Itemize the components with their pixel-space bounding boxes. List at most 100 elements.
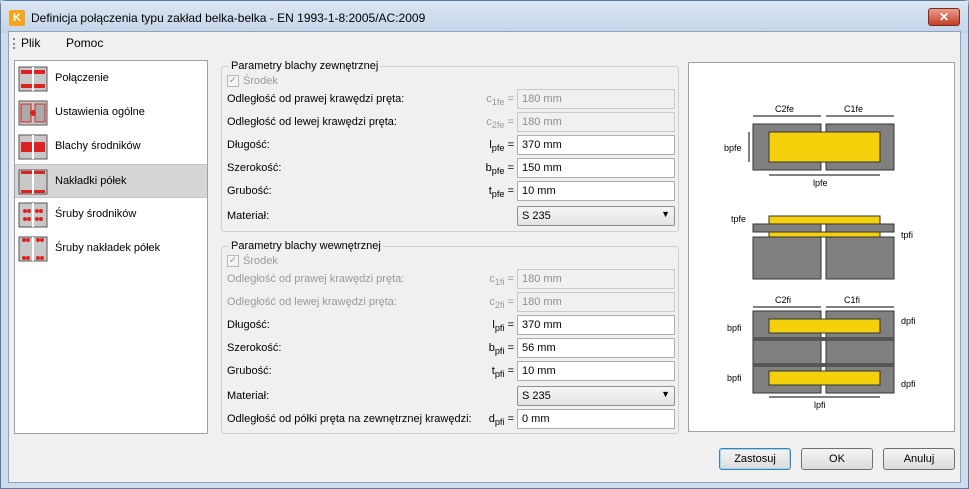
preview-diagram: C2fe C1fe bpfe lpfe tpfe tpfi C2fi C1fi … [688,62,955,432]
group-title: Parametry blachy wewnętrznej [229,240,383,252]
field-symbol: bpfe = [485,162,514,177]
ok-button[interactable]: OK [801,448,873,470]
select-value: S 235 [522,390,551,402]
general-settings-icon [18,100,48,126]
top-view: C2fe C1fe bpfe lpfe [724,104,895,188]
c2fi-label: C2fi [775,295,791,305]
dpfi-label-bottom: dpfi [901,379,916,389]
connection-icon [18,66,48,92]
tpfe-row: Grubość: tpfe = 10 mm [227,181,675,201]
web-bolts-icon [18,202,48,228]
dpfi-row: Odległość od półki pręta na zewnętrznej … [227,409,675,429]
field-symbol: bpfi = [488,342,514,357]
dialog-client: Plik Pomoc Połączenie Ustawienia ogólne … [8,31,961,483]
close-button[interactable]: ✕ [928,8,960,26]
c2fi-row: Odległość od lewej krawędzi pręta: c2fi … [227,292,675,312]
c2fi-input[interactable]: 180 mm [517,292,675,312]
dpfi-input[interactable]: 0 mm [517,409,675,429]
field-label: Długość: [227,319,270,331]
bpfi-input[interactable]: 56 mm [517,338,675,358]
nav-label: Śruby środników [55,208,137,220]
inner-plate-group: Parametry blachy wewnętrznej ✓ Środek Od… [221,240,679,434]
bpfi-label-top: bpfi [727,323,742,333]
field-label: Odległość od lewej krawędzi pręta: [227,116,397,128]
outer-material-select[interactable]: S 235 ▼ [517,206,675,226]
bpfe-input[interactable]: 150 mm [517,158,675,178]
nav-item-sruby-srodnikow[interactable]: Śruby środników [15,198,207,232]
field-label: Odległość od prawej krawędzi pręta: [227,273,405,285]
c1fe-label: C1fe [844,104,863,114]
center-checkbox-label: Środek [243,255,278,267]
center-checkbox[interactable]: ✓ [227,75,239,87]
c2fe-label: C2fe [775,104,794,114]
group-title: Parametry blachy zewnętrznej [229,60,381,72]
lpfi-input[interactable]: 370 mm [517,315,675,335]
bottom-view: C2fi C1fi bpfi bpfi dpfi dpfi lpfi [727,295,916,410]
bpfe-row: Szerokość: bpfe = 150 mm [227,158,675,178]
nav-label: Blachy środników [55,140,141,152]
nav-item-nakladki[interactable]: Nakładki półek [15,164,207,198]
c1fi-label: C1fi [844,295,860,305]
field-symbol: lpfe = [489,139,514,154]
cancel-button[interactable]: Anuluj [883,448,955,470]
field-symbol: c1fe = [486,93,514,108]
field-label: Odległość od półki pręta na zewnętrznej … [227,413,472,425]
tpfe-input[interactable]: 10 mm [517,181,675,201]
apply-button[interactable]: Zastosuj [719,448,791,470]
dpfi-label-top: dpfi [901,316,916,326]
outer-material-row: Materiał: S 235 ▼ [227,206,675,226]
c1fe-row: Odległość od prawej krawędzi pręta: c1fe… [227,89,675,109]
chevron-down-icon: ▼ [661,389,670,399]
field-label: Grubość: [227,365,272,377]
nav-label: Ustawienia ogólne [55,106,145,118]
tpfi-input[interactable]: 10 mm [517,361,675,381]
nav-label: Śruby nakładek półek [55,242,161,254]
field-symbol: lpfi = [492,319,514,334]
chevron-down-icon: ▼ [661,209,670,219]
field-symbol: dpfi = [488,413,514,428]
nav-label: Nakładki półek [55,175,127,187]
nav-item-polaczenie[interactable]: Połączenie [15,62,207,96]
field-label: Odległość od lewej krawędzi pręta: [227,296,397,308]
field-label: Szerokość: [227,342,282,354]
title-bar: K Definicja połączenia typu zakład belka… [1,1,968,33]
c1fi-input[interactable]: 180 mm [517,269,675,289]
field-symbol: c2fi = [489,296,514,311]
lpfi-label: lpfi [814,400,826,410]
nav-label: Połączenie [55,72,109,84]
field-label: Materiał: [227,210,270,222]
inner-material-row: Materiał: S 235 ▼ [227,386,675,406]
field-symbol: c2fe = [486,116,514,131]
tpfe-label: tpfe [731,214,746,224]
flange-bolts-icon [18,236,48,262]
bpfe-label: bpfe [724,143,742,153]
center-checkbox[interactable]: ✓ [227,255,239,267]
menu-grip-icon [13,38,15,49]
lpfe-input[interactable]: 370 mm [517,135,675,155]
outer-plate-group: Parametry blachy zewnętrznej ✓ Środek Od… [221,60,679,232]
side-view: tpfe tpfi [731,214,913,280]
nav-item-ustawienia[interactable]: Ustawienia ogólne [15,96,207,130]
section-list: Połączenie Ustawienia ogólne Blachy środ… [14,60,208,434]
inner-material-select[interactable]: S 235 ▼ [517,386,675,406]
field-label: Długość: [227,139,270,151]
c1fi-row: Odległość od prawej krawędzi pręta: c1fi… [227,269,675,289]
c1fe-input[interactable]: 180 mm [517,89,675,109]
menu-plik[interactable]: Plik [21,36,40,50]
flange-cover-plates-icon [18,169,48,195]
c2fe-row: Odległość od lewej krawędzi pręta: c2fe … [227,112,675,132]
menu-pomoc[interactable]: Pomoc [66,36,103,50]
bpfi-row: Szerokość: bpfi = 56 mm [227,338,675,358]
tpfi-label: tpfi [901,230,913,240]
nav-item-sruby-nakladek[interactable]: Śruby nakładek półek [15,232,207,266]
field-label: Odległość od prawej krawędzi pręta: [227,93,405,105]
select-value: S 235 [522,210,551,222]
flange-plate-drawing: C2fe C1fe bpfe lpfe tpfe tpfi C2fi C1fi … [724,104,916,410]
c2fe-input[interactable]: 180 mm [517,112,675,132]
bpfi-label-bottom: bpfi [727,373,742,383]
field-label: Grubość: [227,185,272,197]
nav-item-blachy[interactable]: Blachy środników [15,130,207,164]
lpfe-label: lpfe [813,178,828,188]
lpfi-row: Długość: lpfi = 370 mm [227,315,675,335]
tpfi-row: Grubość: tpfi = 10 mm [227,361,675,381]
